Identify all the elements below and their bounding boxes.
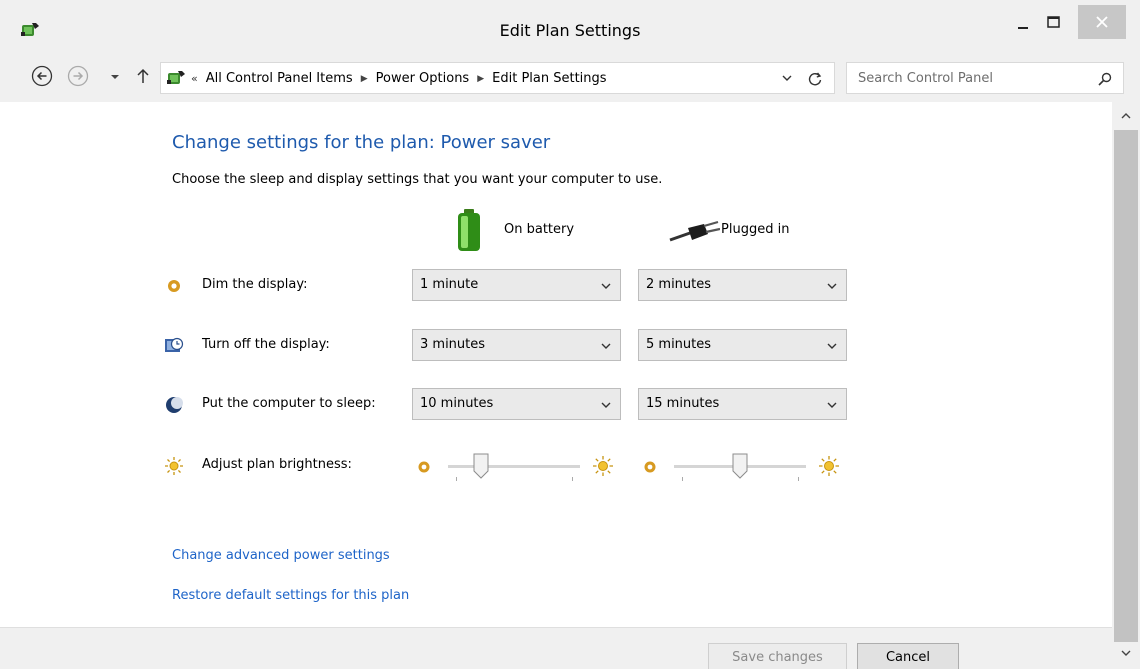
scroll-down-icon[interactable] xyxy=(1118,645,1134,661)
bright-brightness-icon xyxy=(593,456,613,476)
sleep-icon xyxy=(166,397,183,413)
slider-thumb[interactable] xyxy=(732,453,748,479)
select-value: 1 minute xyxy=(420,277,479,292)
chevron-down-icon xyxy=(827,402,837,408)
turn-off-display-icon xyxy=(165,337,184,352)
recent-locations-chevron-icon[interactable] xyxy=(108,64,122,88)
search-icon[interactable] xyxy=(1097,71,1113,87)
chevron-down-icon xyxy=(601,343,611,349)
dim-brightness-icon xyxy=(644,461,656,473)
slider-tick xyxy=(456,477,457,481)
chevron-down-icon xyxy=(601,283,611,289)
close-button[interactable] xyxy=(1078,5,1126,39)
select-value: 2 minutes xyxy=(646,277,712,292)
edit-plan-settings-window: Edit Plan Settings « All Control Panel I… xyxy=(0,0,1140,669)
refresh-icon[interactable] xyxy=(805,69,825,89)
column-label: Plugged in xyxy=(721,222,790,237)
row-label: Dim the display: xyxy=(202,277,308,292)
breadcrumb-separator-icon[interactable]: ▶ xyxy=(477,74,484,84)
turn-off-display-battery-select[interactable]: 3 minutes xyxy=(412,329,621,361)
change-advanced-power-settings-link[interactable]: Change advanced power settings xyxy=(172,548,390,563)
main-content: Change settings for the plan: Power save… xyxy=(0,102,1112,627)
dim-display-battery-select[interactable]: 1 minute xyxy=(412,269,621,301)
sleep-battery-select[interactable]: 10 minutes xyxy=(412,388,621,420)
row-label: Put the computer to sleep: xyxy=(202,396,376,411)
dim-brightness-icon xyxy=(418,461,430,473)
navigation-bar: « All Control Panel Items ▶ Power Option… xyxy=(0,56,1140,102)
cancel-button[interactable]: Cancel xyxy=(857,643,959,669)
minimize-button[interactable] xyxy=(1010,6,1038,40)
slider-tick xyxy=(682,477,683,481)
title-bar: Edit Plan Settings xyxy=(0,0,1140,56)
overflow-chevron[interactable]: « xyxy=(191,72,198,85)
chevron-down-icon xyxy=(827,343,837,349)
select-value: 3 minutes xyxy=(420,337,486,352)
scroll-up-icon[interactable] xyxy=(1118,108,1134,124)
maximize-button[interactable] xyxy=(1040,6,1068,40)
select-value: 10 minutes xyxy=(420,396,494,411)
up-icon[interactable] xyxy=(134,64,152,88)
footer-bar: Save changes Cancel xyxy=(0,627,1112,669)
select-value: 15 minutes xyxy=(646,396,720,411)
slider-track[interactable] xyxy=(448,465,580,468)
address-history-chevron-icon[interactable] xyxy=(781,71,793,85)
bright-brightness-icon xyxy=(819,456,839,476)
breadcrumb-item-edit-plan-settings[interactable]: Edit Plan Settings xyxy=(492,71,606,86)
vertical-scrollbar[interactable] xyxy=(1112,102,1140,669)
breadcrumb-item-power-options[interactable]: Power Options xyxy=(376,71,470,86)
power-options-icon xyxy=(167,71,185,84)
save-changes-button[interactable]: Save changes xyxy=(708,643,847,669)
breadcrumb-separator-icon[interactable]: ▶ xyxy=(361,74,368,84)
window-title: Edit Plan Settings xyxy=(499,21,641,40)
dim-display-icon xyxy=(168,280,180,292)
brightness-icon xyxy=(165,457,183,475)
battery-icon xyxy=(458,209,480,251)
scrollbar-thumb[interactable] xyxy=(1114,130,1138,642)
slider-tick xyxy=(572,477,573,481)
page-subtitle: Choose the sleep and display settings th… xyxy=(172,172,663,187)
turn-off-display-plugged-select[interactable]: 5 minutes xyxy=(638,329,847,361)
slider-tick xyxy=(798,477,799,481)
dim-display-plugged-select[interactable]: 2 minutes xyxy=(638,269,847,301)
search-box[interactable]: Search Control Panel xyxy=(846,62,1124,94)
restore-default-settings-link[interactable]: Restore default settings for this plan xyxy=(172,588,409,603)
address-bar[interactable]: « All Control Panel Items ▶ Power Option… xyxy=(160,62,835,94)
breadcrumb: « All Control Panel Items ▶ Power Option… xyxy=(191,71,607,86)
chevron-down-icon xyxy=(601,402,611,408)
row-label: Adjust plan brightness: xyxy=(202,457,352,472)
back-icon[interactable] xyxy=(30,64,54,88)
slider-thumb[interactable] xyxy=(473,453,489,479)
chevron-down-icon xyxy=(827,283,837,289)
column-label: On battery xyxy=(504,222,575,237)
row-label: Turn off the display: xyxy=(202,337,330,352)
forward-icon[interactable] xyxy=(66,64,90,88)
plug-icon xyxy=(669,220,720,242)
select-value: 5 minutes xyxy=(646,337,712,352)
breadcrumb-item-all-control-panel-items[interactable]: All Control Panel Items xyxy=(206,71,353,86)
search-placeholder: Search Control Panel xyxy=(858,71,993,86)
sleep-plugged-select[interactable]: 15 minutes xyxy=(638,388,847,420)
page-title: Change settings for the plan: Power save… xyxy=(172,132,551,153)
